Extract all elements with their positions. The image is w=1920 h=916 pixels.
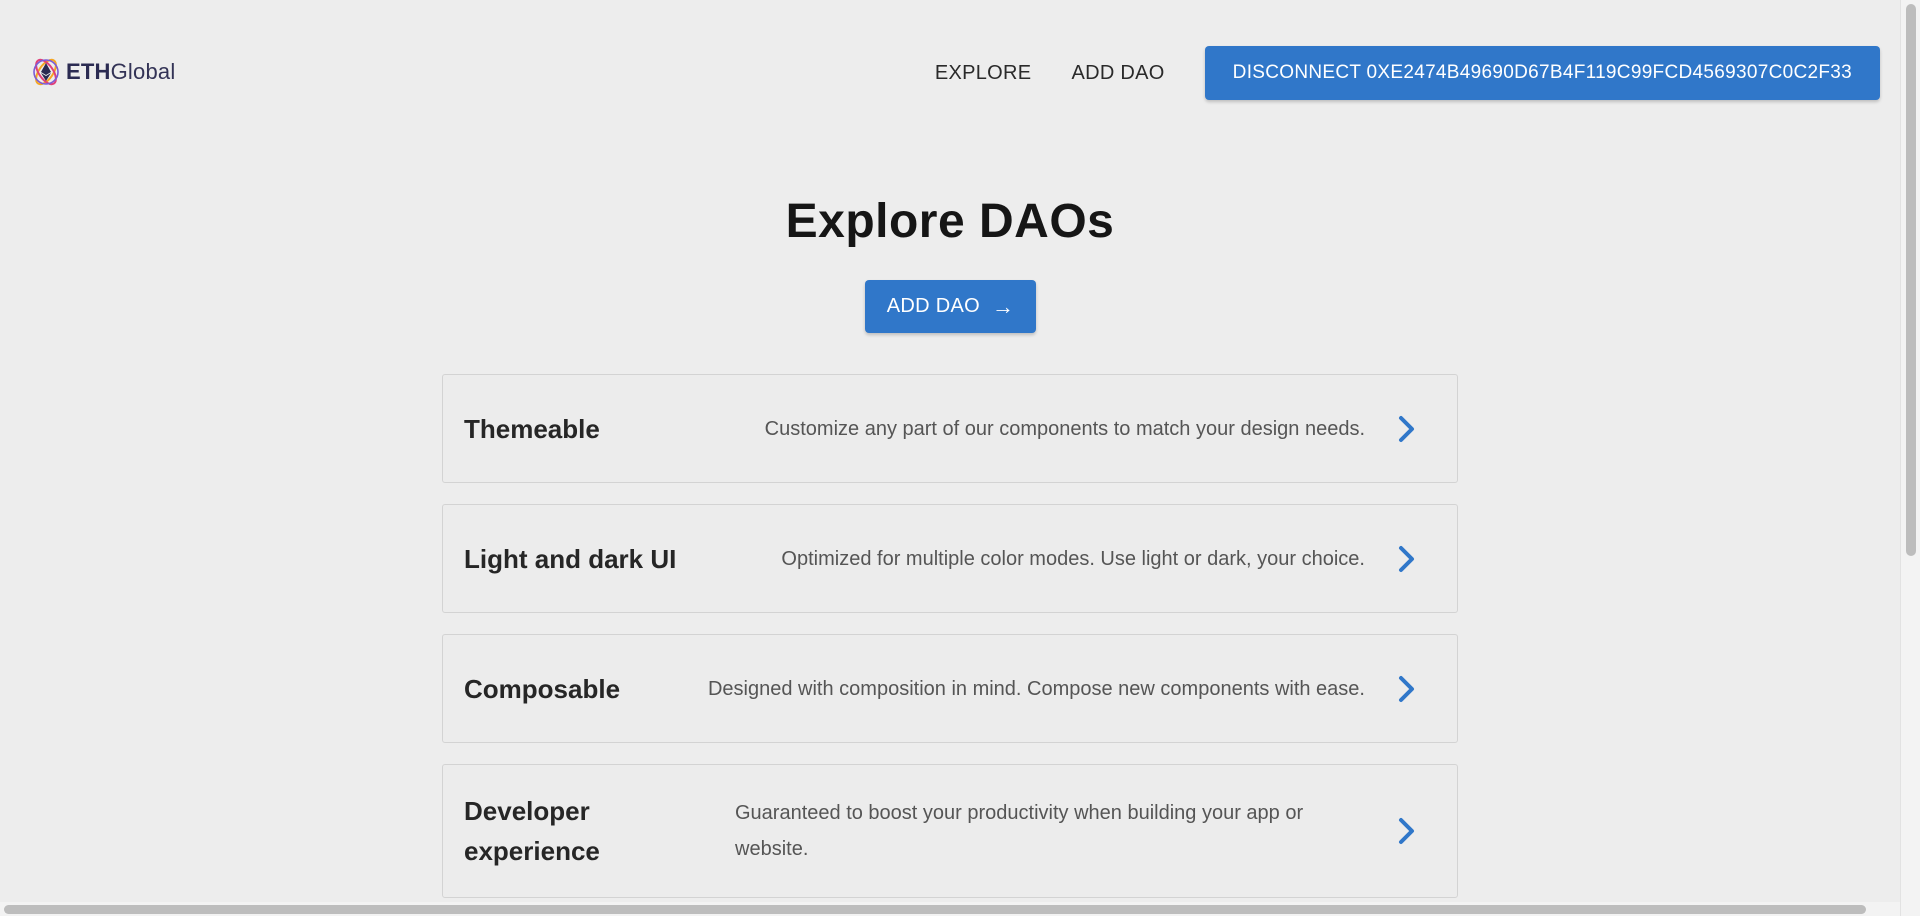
- arrow-right-icon: →: [991, 293, 1015, 319]
- logo-eth-text: ETH: [66, 59, 111, 84]
- card-description: Designed with composition in mind. Compo…: [707, 677, 1365, 700]
- chevron-right-icon[interactable]: [1393, 674, 1419, 704]
- ethglobal-logo[interactable]: ETH Global: [30, 56, 175, 88]
- chevron-right-icon[interactable]: [1393, 414, 1419, 444]
- nav-add-dao-link[interactable]: ADD DAO: [1071, 62, 1164, 85]
- card-title: Composable: [464, 673, 621, 704]
- dao-card-composable[interactable]: Composable Designed with composition in …: [442, 634, 1458, 743]
- disconnect-wallet-button[interactable]: DISCONNECT 0XE2474B49690D67B4F119C99FCD4…: [1204, 46, 1880, 100]
- chevron-right-icon[interactable]: [1393, 816, 1419, 846]
- card-description: Optimized for multiple color modes. Use …: [781, 547, 1365, 570]
- logo-global-text: Global: [110, 59, 176, 84]
- dao-card-list: Themeable Customize any part of our comp…: [442, 374, 1458, 916]
- nav-explore-link[interactable]: EXPLORE: [935, 62, 1032, 85]
- dao-card-themeable[interactable]: Themeable Customize any part of our comp…: [442, 374, 1458, 483]
- card-title: Light and dark UI: [464, 543, 677, 574]
- page-title: Explore DAOs: [785, 195, 1115, 248]
- dao-card-light-and-dark-ui[interactable]: Light and dark UI Optimized for multiple…: [442, 504, 1458, 613]
- card-description: Customize any part of our components to …: [764, 417, 1365, 440]
- card-description: Guaranteed to boost your productivity wh…: [735, 802, 1304, 860]
- chevron-right-icon[interactable]: [1393, 544, 1419, 574]
- add-dao-button[interactable]: ADD DAO →: [865, 280, 1036, 333]
- app-header: ETH Global EXPLORE ADD DAO DISCONNECT 0XE…: [0, 0, 1900, 146]
- top-nav: EXPLORE ADD DAO DISCONNECT 0XE2474B49690…: [935, 46, 1880, 100]
- card-title: Themeable: [464, 413, 600, 444]
- ethglobal-logo-icon: [33, 58, 59, 86]
- horizontal-scrollbar-thumb[interactable]: [4, 905, 1866, 914]
- vertical-scrollbar[interactable]: [1900, 0, 1920, 916]
- dao-card-developer-experience[interactable]: Developer experience Guaranteed to boost…: [442, 764, 1458, 898]
- logo-wordmark: ETH Global: [66, 59, 175, 85]
- vertical-scrollbar-thumb[interactable]: [1906, 4, 1916, 556]
- add-dao-button-label: ADD DAO: [886, 295, 980, 317]
- horizontal-scrollbar[interactable]: [0, 902, 1900, 916]
- card-title: Developer experience: [464, 796, 600, 866]
